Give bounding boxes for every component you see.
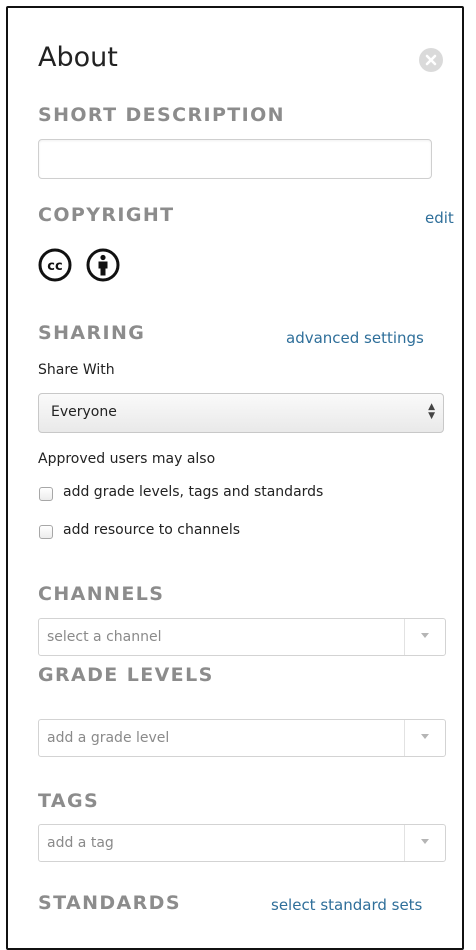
- tags-heading: TAGS: [38, 790, 100, 812]
- grade-level-select[interactable]: add a grade level: [38, 719, 446, 757]
- add-to-channels-label: add resource to channels: [63, 522, 241, 538]
- short-description-heading: SHORT DESCRIPTION: [38, 104, 285, 126]
- grade-levels-heading: GRADE LEVELS: [38, 664, 214, 686]
- share-with-select[interactable]: Everyone ▲ ▼: [38, 393, 444, 433]
- svg-text:cc: cc: [47, 259, 62, 274]
- attribution-icon: [86, 248, 120, 282]
- about-panel: About SHORT DESCRIPTION COPYRIGHT edit c…: [6, 6, 464, 950]
- grade-level-select-placeholder: add a grade level: [47, 730, 170, 746]
- standards-heading: STANDARDS: [38, 892, 181, 914]
- chevron-down-icon[interactable]: [404, 825, 445, 861]
- chevron-down-icon[interactable]: [404, 720, 445, 756]
- advanced-settings-link[interactable]: advanced settings: [286, 329, 424, 347]
- channels-heading: CHANNELS: [38, 583, 165, 605]
- channel-select[interactable]: select a channel: [38, 618, 446, 656]
- chevron-down-icon[interactable]: [404, 619, 445, 655]
- channel-select-placeholder: select a channel: [47, 629, 162, 645]
- close-icon[interactable]: [419, 48, 443, 72]
- tag-select[interactable]: add a tag: [38, 824, 446, 862]
- add-to-channels-checkbox[interactable]: [39, 525, 53, 539]
- share-with-value: Everyone: [51, 404, 117, 420]
- copyright-edit-link[interactable]: edit: [425, 209, 454, 227]
- sharing-heading: SHARING: [38, 322, 146, 344]
- approved-users-label: Approved users may also: [38, 451, 216, 467]
- select-standard-sets-link[interactable]: select standard sets: [271, 896, 422, 914]
- grade-levels-tags-standards-checkbox[interactable]: [39, 487, 53, 501]
- copyright-heading: COPYRIGHT: [38, 204, 175, 226]
- share-with-label: Share With: [38, 362, 115, 378]
- panel-title: About: [38, 42, 118, 73]
- cc-icon: cc: [38, 248, 72, 282]
- select-arrows-icon: ▲ ▼: [428, 402, 435, 421]
- tag-select-placeholder: add a tag: [47, 835, 114, 851]
- grade-levels-tags-standards-label: add grade levels, tags and standards: [63, 484, 324, 500]
- short-description-input[interactable]: [38, 139, 432, 179]
